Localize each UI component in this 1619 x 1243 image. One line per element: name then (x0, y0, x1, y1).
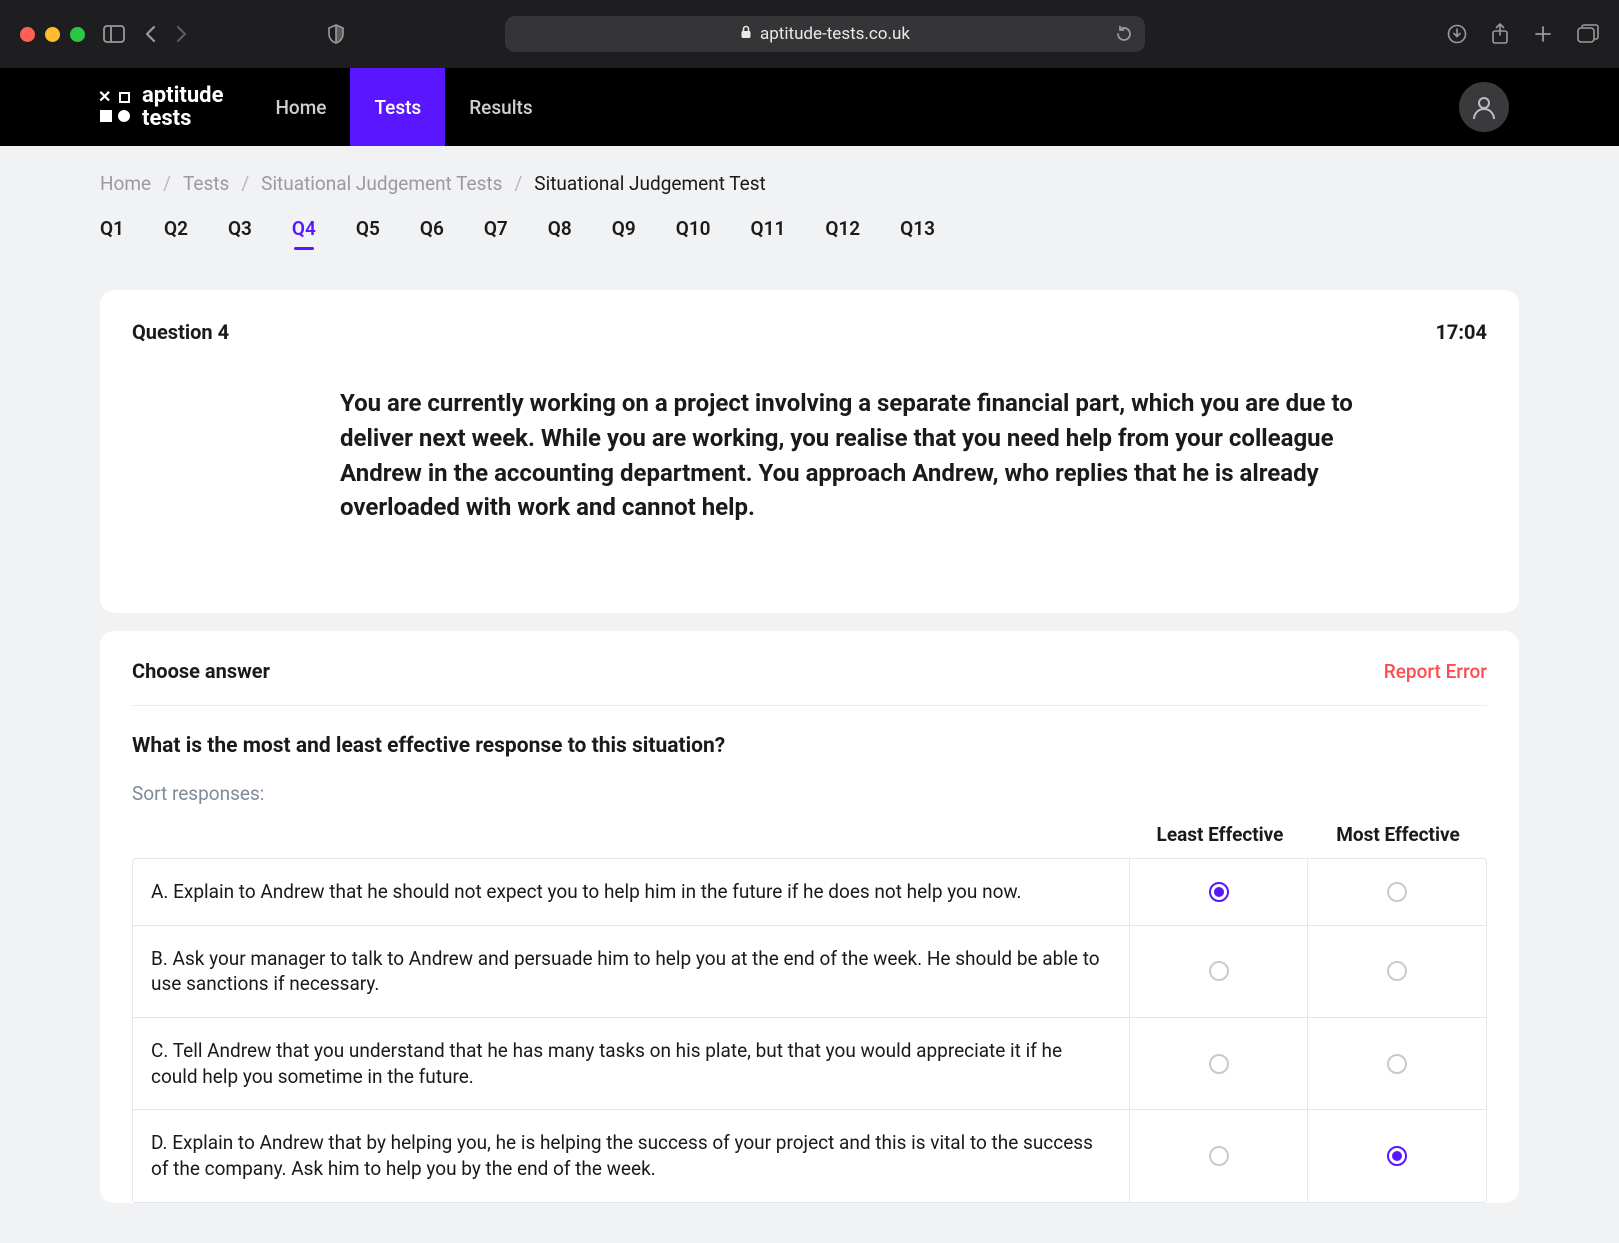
answer-row: D. Explain to Andrew that by helping you… (133, 1109, 1486, 1201)
most-effective-cell (1308, 926, 1486, 1017)
answer-row: C. Tell Andrew that you understand that … (133, 1017, 1486, 1109)
least-effective-radio[interactable] (1209, 1146, 1229, 1166)
address-bar[interactable]: aptitude-tests.co.uk (505, 16, 1145, 52)
least-effective-radio[interactable] (1209, 1054, 1229, 1074)
question-tab-q9[interactable]: Q9 (612, 217, 636, 250)
user-icon (1470, 93, 1498, 121)
least-effective-cell (1130, 859, 1308, 925)
breadcrumb-current: Situational Judgement Test (534, 172, 765, 195)
lock-icon (740, 25, 752, 43)
answers-card: Choose answer Report Error What is the m… (100, 631, 1519, 1202)
question-tab-q4[interactable]: Q4 (292, 217, 316, 250)
downloads-icon[interactable] (1447, 23, 1467, 45)
question-tab-q10[interactable]: Q10 (676, 217, 711, 250)
window-controls (20, 27, 85, 42)
browser-right-controls (1447, 23, 1599, 45)
least-effective-cell (1130, 1018, 1308, 1109)
reload-icon[interactable] (1115, 25, 1133, 43)
most-effective-cell (1308, 1110, 1486, 1201)
question-tab-q5[interactable]: Q5 (356, 217, 380, 250)
breadcrumb-separator: / (241, 172, 249, 195)
app-nav: ✕ aptitude tests HomeTestsResults (0, 68, 1619, 146)
breadcrumb-separator: / (514, 172, 522, 195)
answer-header-row: Least Effective Most Effective (132, 823, 1487, 858)
report-error-link[interactable]: Report Error (1384, 660, 1487, 683)
most-effective-cell (1308, 859, 1486, 925)
question-tabs: Q1 Q2 Q3 Q4 Q5 Q6 Q7 Q8 Q9 Q10 Q11 Q12 Q13 (100, 217, 1519, 274)
share-icon[interactable] (1491, 23, 1509, 45)
col-most-effective: Most Effective (1309, 823, 1487, 858)
question-tab-q6[interactable]: Q6 (420, 217, 444, 250)
nav-link-results[interactable]: Results (445, 68, 556, 146)
question-tab-q1[interactable]: Q1 (100, 217, 124, 250)
most-effective-radio[interactable] (1387, 1054, 1407, 1074)
answer-text: D. Explain to Andrew that by helping you… (133, 1110, 1130, 1201)
forward-button[interactable] (175, 25, 189, 43)
breadcrumb: Home / Tests / Situational Judgement Tests / S… (100, 146, 1519, 217)
browser-chrome: aptitude-tests.co.uk (0, 0, 1619, 68)
question-tab-q8[interactable]: Q8 (548, 217, 572, 250)
brand-logo-icon: ✕ (100, 92, 130, 122)
nav-link-tests[interactable]: Tests (350, 68, 445, 146)
least-effective-cell (1130, 926, 1308, 1017)
fullscreen-window-button[interactable] (70, 27, 85, 42)
sort-responses-label: Sort responses: (132, 782, 1487, 805)
answer-text: A. Explain to Andrew that he should not … (133, 859, 1130, 925)
question-tab-q7[interactable]: Q7 (484, 217, 508, 250)
answer-text: C. Tell Andrew that you understand that … (133, 1018, 1130, 1109)
least-effective-radio[interactable] (1209, 961, 1229, 981)
user-avatar[interactable] (1459, 82, 1509, 132)
col-least-effective: Least Effective (1131, 823, 1309, 858)
timer: 17:04 (1435, 320, 1487, 344)
question-tab-q13[interactable]: Q13 (900, 217, 935, 250)
question-scenario: You are currently working on a project i… (132, 344, 1487, 583)
brand-text-line2: tests (142, 107, 223, 130)
breadcrumb-separator: / (163, 172, 171, 195)
nav-link-home[interactable]: Home (251, 68, 350, 146)
choose-answer-label: Choose answer (132, 659, 270, 683)
brand-logo-text: aptitude tests (142, 84, 223, 130)
privacy-shield-icon[interactable] (327, 24, 345, 44)
breadcrumb-link[interactable]: Home (100, 172, 151, 195)
breadcrumb-link[interactable]: Tests (183, 172, 229, 195)
tab-overview-icon[interactable] (1577, 23, 1599, 45)
question-tab-q2[interactable]: Q2 (164, 217, 188, 250)
question-tab-q11[interactable]: Q11 (751, 217, 786, 250)
question-tab-q12[interactable]: Q12 (825, 217, 860, 250)
most-effective-radio[interactable] (1387, 882, 1407, 902)
least-effective-cell (1130, 1110, 1308, 1201)
question-tab-q3[interactable]: Q3 (228, 217, 252, 250)
answer-text: B. Ask your manager to talk to Andrew an… (133, 926, 1130, 1017)
most-effective-radio[interactable] (1387, 961, 1407, 981)
answer-table: A. Explain to Andrew that he should not … (132, 858, 1487, 1202)
breadcrumb-link[interactable]: Situational Judgement Tests (261, 172, 502, 195)
new-tab-icon[interactable] (1533, 23, 1553, 45)
back-button[interactable] (143, 25, 157, 43)
nav-links: HomeTestsResults (251, 68, 556, 146)
question-label: Question 4 (132, 320, 229, 344)
answer-row: A. Explain to Andrew that he should not … (133, 859, 1486, 925)
most-effective-cell (1308, 1018, 1486, 1109)
most-effective-radio[interactable] (1387, 1146, 1407, 1166)
answer-row: B. Ask your manager to talk to Andrew an… (133, 925, 1486, 1017)
close-window-button[interactable] (20, 27, 35, 42)
minimize-window-button[interactable] (45, 27, 60, 42)
least-effective-radio[interactable] (1209, 882, 1229, 902)
brand-logo[interactable]: ✕ aptitude tests (100, 68, 223, 146)
question-card: Question 4 17:04 You are currently worki… (100, 290, 1519, 613)
answer-prompt: What is the most and least effective res… (132, 734, 1487, 758)
address-bar-url: aptitude-tests.co.uk (760, 24, 910, 44)
sidebar-toggle-icon[interactable] (103, 25, 125, 43)
brand-text-line1: aptitude (142, 84, 223, 107)
